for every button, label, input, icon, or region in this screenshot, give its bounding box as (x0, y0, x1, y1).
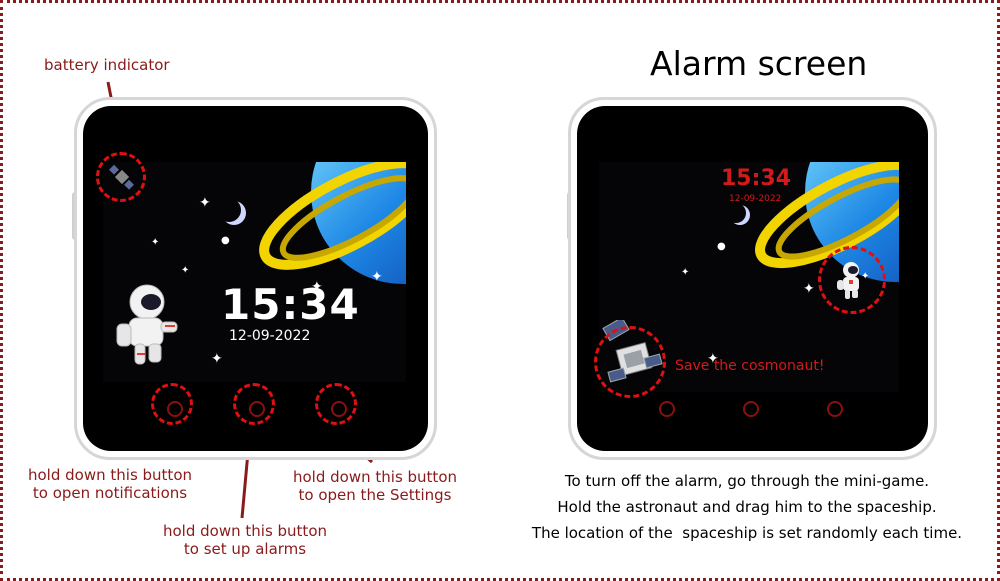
alarms-annotation-line2: to set up alarms (183, 540, 307, 558)
alarm-caption: To turn off the alarm, go through the mi… (512, 468, 982, 546)
planet-icon (259, 162, 406, 284)
star-icon: ✦ (681, 267, 690, 278)
game-message: Save the cosmonaut! (675, 358, 825, 374)
star-icon: ✦ (199, 195, 211, 211)
battery-indicator-label: battery indicator (44, 56, 170, 74)
star-icon: ✦ (211, 351, 223, 367)
home-time: 15:34 (221, 280, 360, 329)
astronaut-icon[interactable] (113, 280, 183, 366)
alarms-hardware-button[interactable] (743, 401, 759, 417)
moon-icon (219, 198, 246, 225)
notifications-annotation-line1: hold down this button (28, 466, 192, 484)
star-icon: ✦ (151, 237, 160, 248)
spaceship-highlight (594, 326, 666, 398)
star-icon: ✦ (803, 281, 815, 297)
notifications-annotation-line2: to open notifications (32, 484, 188, 502)
alarms-annotation-line1: hold down this button (163, 522, 327, 540)
astronaut-highlight (818, 246, 886, 314)
star-icon: ● (717, 241, 726, 252)
battery-indicator-highlight (96, 152, 146, 202)
home-date: 12-09-2022 (229, 328, 311, 344)
alarms-annotation: hold down this button to set up alarms (150, 522, 340, 558)
star-icon: ● (221, 235, 230, 246)
notifications-annotation: hold down this button to open notificati… (18, 466, 202, 502)
settings-annotation: hold down this button to open the Settin… (282, 468, 468, 504)
caption-line1: To turn off the alarm, go through the mi… (564, 472, 930, 490)
caption-line3: The location of the spaceship is set ran… (531, 524, 963, 542)
moon-icon (727, 203, 750, 225)
notifications-hardware-button[interactable] (659, 401, 675, 417)
alarm-time: 15:34 (721, 166, 792, 191)
star-icon: ✦ (371, 269, 383, 285)
caption-line2: Hold the astronaut and drag him to the s… (557, 498, 937, 516)
settings-annotation-line2: to open the Settings (298, 486, 452, 504)
alarms-button-highlight (233, 383, 275, 425)
star-icon: ✦ (181, 265, 190, 276)
alarm-screen-title: Alarm screen (650, 44, 868, 83)
home-screen: ✦ ✦ ● ✦ ✦ ✦ ✦ 15:34 12-09-2022 (103, 162, 406, 382)
settings-button-highlight (315, 383, 357, 425)
settings-hardware-button[interactable] (827, 401, 843, 417)
notifications-button-highlight (151, 383, 193, 425)
alarm-date: 12-09-2022 (729, 194, 782, 204)
settings-annotation-line1: hold down this button (293, 468, 457, 486)
